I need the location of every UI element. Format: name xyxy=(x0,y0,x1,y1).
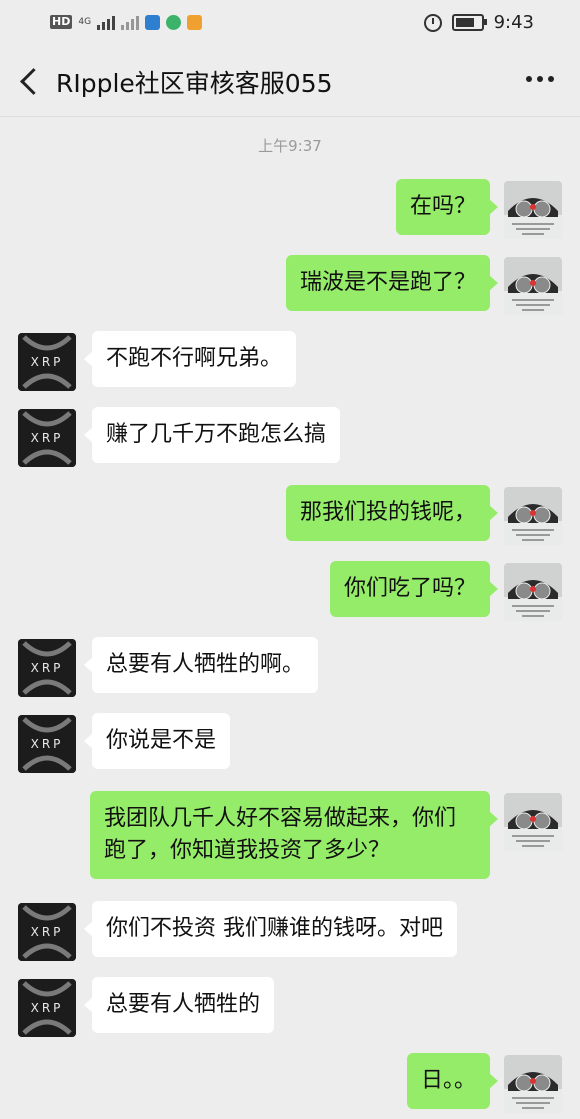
status-icons-right: 9:43 xyxy=(423,12,534,33)
my-avatar[interactable] xyxy=(504,563,562,621)
status-icons-left: HD 4G xyxy=(50,14,203,30)
sent-message-bubble[interactable]: 那我们投的钱呢， xyxy=(285,485,499,541)
received-message-bubble[interactable]: 总要有人牺牲的啊。 xyxy=(83,637,319,693)
back-arrow-icon[interactable] xyxy=(16,66,44,94)
sent-message-bubble[interactable]: 日。。 xyxy=(406,1053,499,1109)
battery-icon xyxy=(451,14,487,31)
received-message-bubble[interactable]: 不跑不行啊兄弟。 xyxy=(83,331,297,387)
hd-badge: HD xyxy=(50,15,73,29)
chat-header: RIpple社区审核客服055 xyxy=(0,46,580,117)
alarm-icon xyxy=(423,13,442,32)
contact-avatar[interactable]: XRP xyxy=(18,715,76,773)
status-time: 9:43 xyxy=(493,12,534,33)
received-message-bubble[interactable]: 赚了几千万不跑怎么搞 xyxy=(83,407,341,463)
contact-avatar[interactable]: XRP xyxy=(18,903,76,961)
contact-avatar[interactable]: XRP xyxy=(18,639,76,697)
network-gen-label: 4G xyxy=(78,17,92,27)
more-options-icon[interactable] xyxy=(526,76,554,82)
contact-avatar[interactable]: XRP xyxy=(18,409,76,467)
app-notification-3-icon xyxy=(187,14,203,30)
my-avatar[interactable] xyxy=(504,1055,562,1113)
svg-text:XRP: XRP xyxy=(31,1001,64,1015)
signal-icon xyxy=(97,14,116,30)
chat-timestamp: 上午9:37 xyxy=(258,137,322,155)
sent-message-bubble[interactable]: 你们吃了吗？ xyxy=(329,561,499,617)
svg-text:XRP: XRP xyxy=(31,925,64,939)
sent-message-bubble[interactable]: 我团队几千人好不容易做起来，你们跑了，你知道我投资了多少？ xyxy=(90,791,498,879)
my-avatar[interactable] xyxy=(504,793,562,851)
app-notification-icon xyxy=(145,14,161,30)
status-bar: HD 4G 9:43 xyxy=(0,0,580,46)
signal-2-icon xyxy=(121,14,140,30)
sent-message-bubble[interactable]: 瑞波是不是跑了？ xyxy=(285,255,499,311)
contact-avatar[interactable]: XRP xyxy=(18,979,76,1037)
sent-message-bubble[interactable]: 在吗？ xyxy=(395,179,499,235)
received-message-bubble[interactable]: 总要有人牺牲的 xyxy=(83,977,275,1033)
svg-text:XRP: XRP xyxy=(31,661,64,675)
svg-text:XRP: XRP xyxy=(31,737,64,751)
my-avatar[interactable] xyxy=(504,487,562,545)
chat-title: RIpple社区审核客服055 xyxy=(56,69,333,98)
received-message-bubble[interactable]: 你说是不是 xyxy=(83,713,231,769)
received-message-bubble[interactable]: 你们不投资 我们赚谁的钱呀。对吧 xyxy=(84,901,457,957)
app-notification-2-icon xyxy=(166,14,182,30)
contact-avatar[interactable]: XRP xyxy=(18,333,76,391)
svg-text:XRP: XRP xyxy=(31,355,64,369)
my-avatar[interactable] xyxy=(504,257,562,315)
my-avatar[interactable] xyxy=(504,181,562,239)
svg-text:XRP: XRP xyxy=(31,431,64,445)
chat-area[interactable]: 上午9:37 在吗？ 瑞波是不是跑了？ XRP 不跑不行啊兄弟。 XRP 赚了几千万不跑怎… xyxy=(0,117,580,1119)
